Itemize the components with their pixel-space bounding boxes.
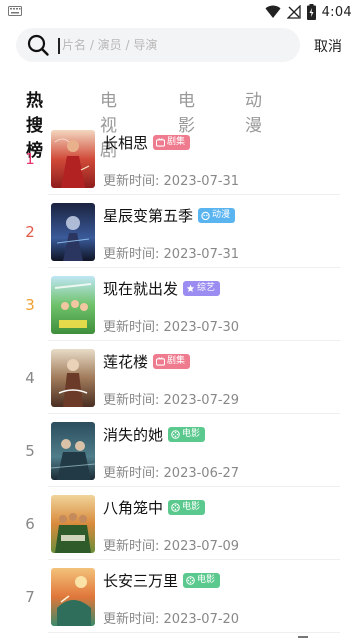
date-value: 2023-07-09: [163, 539, 240, 554]
update-time: 更新时间: 2023-07-29: [103, 389, 239, 408]
rank-number: 7: [25, 588, 35, 606]
update-time: 更新时间: 2023-07-30: [103, 316, 239, 335]
poster-image: [51, 495, 95, 553]
title-line: 长相思 剧集: [103, 132, 191, 153]
date-prefix: 更新时间:: [103, 320, 160, 335]
category-badge: 电影: [183, 573, 221, 588]
date-value: 2023-07-31: [163, 247, 240, 262]
category-badge: 动漫: [198, 208, 236, 223]
badge-label: 动漫: [212, 210, 231, 220]
date-value: 2023-07-20: [163, 612, 240, 627]
film-reel-icon: [171, 503, 180, 512]
update-time: 更新时间: 2023-07-31: [103, 243, 239, 262]
badge-label: 电影: [182, 502, 201, 512]
rank-number: 2: [25, 223, 35, 241]
list-item[interactable]: 1 长相思 剧集 更新时间: 2023-07-31: [0, 122, 360, 195]
poster-image: [51, 276, 95, 334]
update-time: 更新时间: 2023-07-31: [103, 170, 239, 189]
date-value: 2023-07-29: [163, 393, 240, 408]
title-line: 星辰变第五季 动漫: [103, 205, 236, 226]
film-reel-icon: [171, 430, 180, 439]
item-title: 八角笼中: [103, 499, 164, 517]
anime-icon: [201, 211, 210, 220]
item-title: 现在就出发: [103, 280, 179, 298]
wifi-icon: [265, 5, 281, 18]
rank-number: 1: [25, 150, 35, 168]
list-item[interactable]: 7 长安三万里 电影 更新时间: 2023-07-20: [0, 560, 360, 633]
title-line: 长安三万里 电影: [103, 570, 221, 591]
date-prefix: 更新时间:: [103, 247, 160, 262]
tv-icon: [156, 357, 166, 366]
variety-icon: [186, 284, 195, 293]
status-bar: 4:04: [0, 0, 360, 24]
title-line: 八角笼中 电影: [103, 497, 206, 518]
update-time: 更新时间: 2023-07-09: [103, 535, 239, 554]
update-time: 更新时间: 2023-07-20: [103, 608, 239, 627]
list-item[interactable]: 4 莲花楼 剧集 更新时间: 2023-07-29: [0, 341, 360, 414]
no-signal-icon: [286, 5, 301, 19]
search-icon: [27, 34, 49, 56]
poster-image: [51, 568, 95, 626]
item-title: 星辰变第五季: [103, 207, 194, 225]
update-time: 更新时间: 2023-06-27: [103, 462, 239, 481]
badge-label: 电影: [182, 429, 201, 439]
film-reel-icon: [186, 576, 195, 585]
cancel-button[interactable]: 取消: [314, 36, 342, 56]
text-caret: [58, 38, 60, 54]
list-item[interactable]: 3 现在就出发 综艺 更新时间: 2023-07-30: [0, 268, 360, 341]
item-title: 长相思: [103, 134, 149, 152]
clock: 4:04: [321, 4, 352, 20]
category-badge: 电影: [168, 427, 206, 442]
item-title: 长安三万里: [103, 572, 179, 590]
item-title: 莲花楼: [103, 353, 149, 371]
date-value: 2023-07-31: [163, 174, 240, 189]
title-line: 消失的她 电影: [103, 424, 206, 445]
rank-number: 4: [25, 369, 35, 387]
date-prefix: 更新时间:: [103, 174, 160, 189]
badge-label: 综艺: [197, 283, 216, 293]
tv-icon: [156, 138, 166, 147]
list-item[interactable]: 2 星辰变第五季 动漫 更新时间: 2023-07-31: [0, 195, 360, 268]
search-row: 取消: [16, 28, 344, 62]
title-line: 莲花楼 剧集: [103, 351, 191, 372]
poster-image: [51, 422, 95, 480]
date-prefix: 更新时间:: [103, 539, 160, 554]
rank-number: 6: [25, 515, 35, 533]
poster-image: [51, 203, 95, 261]
search-box[interactable]: [16, 28, 300, 62]
rank-number: 3: [25, 296, 35, 314]
title-line: 现在就出发 综艺: [103, 278, 221, 299]
item-title: 消失的她: [103, 426, 164, 444]
battery-icon: [306, 4, 316, 20]
badge-label: 剧集: [167, 356, 186, 366]
divider: [48, 632, 340, 633]
scroll-hint: [298, 636, 308, 638]
category-badge: 综艺: [183, 281, 221, 296]
date-prefix: 更新时间:: [103, 612, 160, 627]
badge-label: 电影: [197, 575, 216, 585]
search-input[interactable]: [62, 35, 282, 55]
rank-number: 5: [25, 442, 35, 460]
poster-image: [51, 130, 95, 188]
category-badge: 电影: [168, 500, 206, 515]
date-value: 2023-07-30: [163, 320, 240, 335]
keyboard-icon: [8, 6, 22, 16]
category-badge: 剧集: [153, 135, 191, 150]
category-badge: 剧集: [153, 354, 191, 369]
badge-label: 剧集: [167, 137, 186, 147]
date-prefix: 更新时间:: [103, 393, 160, 408]
date-prefix: 更新时间:: [103, 466, 160, 481]
list-item[interactable]: 6 八角笼中 电影 更新时间: 2023-07-09: [0, 487, 360, 560]
poster-image: [51, 349, 95, 407]
date-value: 2023-06-27: [163, 466, 240, 481]
list-item[interactable]: 5 消失的她 电影 更新时间: 2023-06-27: [0, 414, 360, 487]
